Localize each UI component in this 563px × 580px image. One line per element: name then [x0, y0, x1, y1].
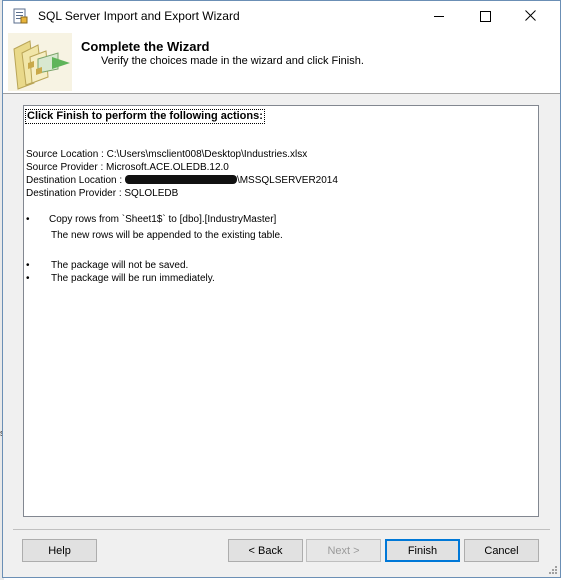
resize-grip-icon[interactable] [549, 566, 557, 574]
bullet-icon: • [26, 260, 30, 271]
copy-rows-action: Copy rows from `Sheet1$` to [dbo].[Indus… [49, 214, 277, 225]
bullet-icon: • [26, 214, 30, 225]
finish-button[interactable]: Finish [385, 539, 460, 562]
help-button[interactable]: Help [22, 539, 97, 562]
app-icon [13, 8, 28, 24]
minimize-button[interactable] [416, 1, 462, 31]
wizard-window: SQL Server Import and Export Wizard Comp… [2, 0, 561, 578]
cancel-button[interactable]: Cancel [464, 539, 539, 562]
summary-heading: Click Finish to perform the following ac… [25, 109, 265, 124]
copy-rows-detail: The new rows will be appended to the exi… [51, 230, 283, 241]
destination-location: Destination Location : \MSSQLSERVER2014 [26, 175, 338, 188]
bullet-icon: • [26, 273, 30, 284]
wizard-header: Complete the Wizard Verify the choices m… [3, 31, 560, 94]
minimize-icon [434, 16, 444, 17]
close-icon [525, 10, 536, 21]
back-button[interactable]: < Back [228, 539, 303, 562]
wizard-header-icon [8, 33, 72, 91]
destination-location-label: Destination Location : [26, 175, 125, 186]
source-location: Source Location : C:\Users\msclient008\D… [26, 149, 308, 160]
next-button[interactable]: Next > [306, 539, 381, 562]
maximize-button[interactable] [462, 1, 508, 31]
destination-location-instance: \MSSQLSERVER2014 [236, 175, 338, 186]
title-bar[interactable]: SQL Server Import and Export Wizard [3, 1, 560, 31]
destination-provider: Destination Provider : SQLOLEDB [26, 188, 179, 199]
window-title: SQL Server Import and Export Wizard [38, 9, 240, 23]
summary-panel[interactable]: Click Finish to perform the following ac… [23, 105, 539, 517]
header-subtitle: Verify the choices made in the wizard an… [101, 55, 364, 67]
maximize-icon [480, 11, 491, 22]
close-button[interactable] [508, 1, 554, 31]
source-provider: Source Provider : Microsoft.ACE.OLEDB.12… [26, 162, 229, 173]
footer-divider [13, 529, 550, 530]
package-run-note: The package will be run immediately. [51, 273, 215, 284]
package-save-note: The package will not be saved. [51, 260, 189, 271]
redacted-server-name [124, 175, 237, 184]
header-title: Complete the Wizard [81, 39, 210, 54]
